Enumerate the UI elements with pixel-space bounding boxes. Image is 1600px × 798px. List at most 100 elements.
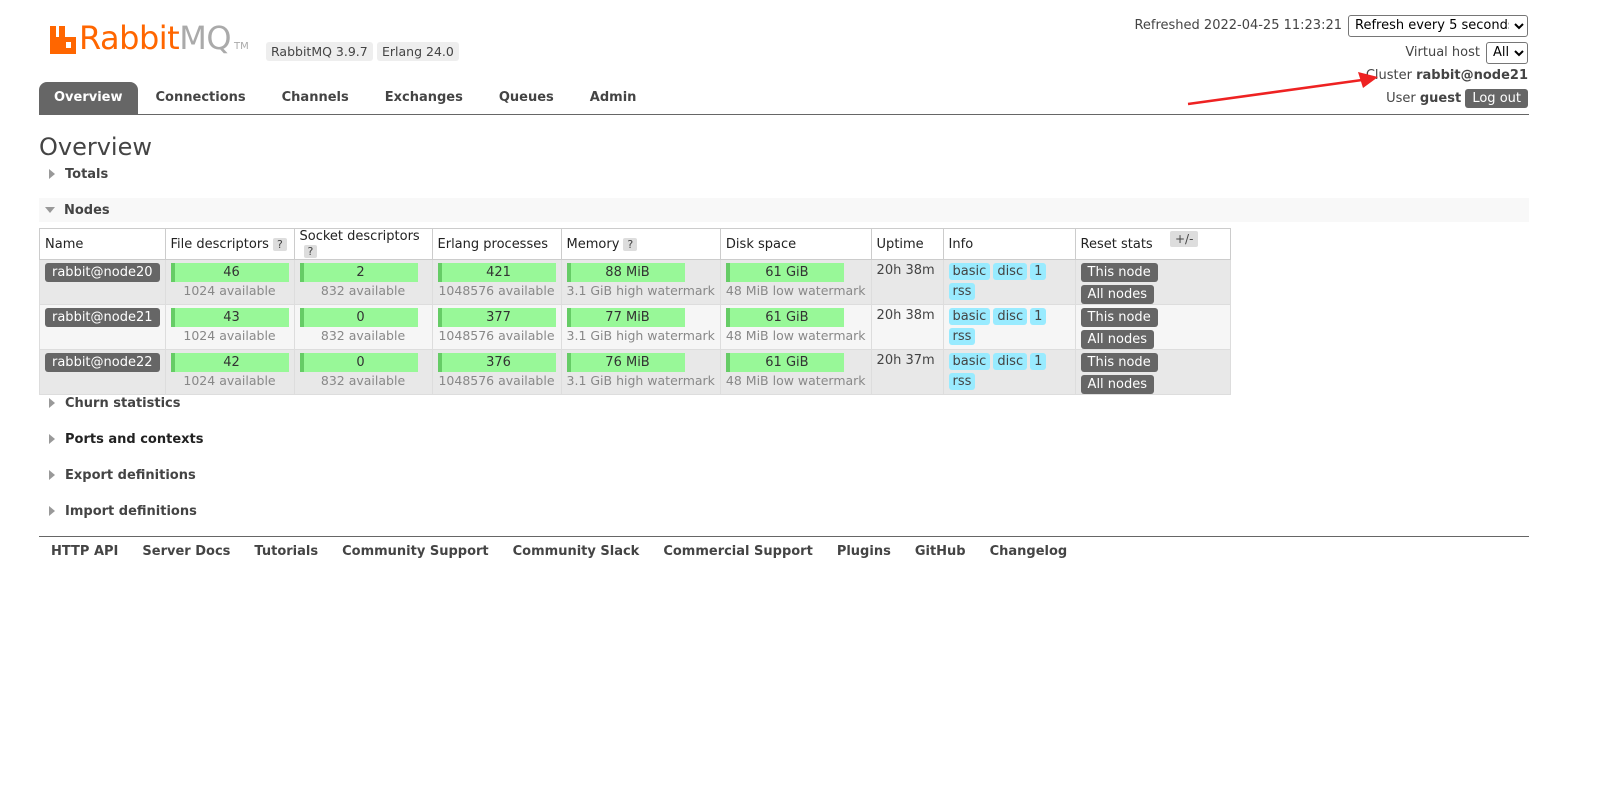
- logo-text-rabbit: Rabbit: [79, 19, 180, 57]
- info-tag[interactable]: rss: [948, 373, 976, 390]
- tab-channels[interactable]: Channels: [264, 82, 367, 114]
- help-icon[interactable]: ?: [623, 237, 638, 251]
- collapsed-triangle-icon: [49, 434, 55, 444]
- erlang-processes-cell: 376 1048576 available: [431, 349, 562, 395]
- memory-limit: 3.1 GiB high watermark: [566, 283, 715, 298]
- file-descriptors-bar: 42: [170, 353, 289, 372]
- info-tag[interactable]: basic: [948, 308, 991, 325]
- help-icon[interactable]: ?: [272, 237, 287, 251]
- memory-bar: 77 MiB: [566, 308, 685, 327]
- disk-space-bar: 61 GiB: [725, 353, 844, 372]
- erlang-processes-bar: 376: [437, 353, 556, 372]
- memory-bar: 88 MiB: [566, 263, 685, 282]
- memory-cell: 77 MiB 3.1 GiB high watermark: [560, 304, 721, 350]
- section-import-toggle[interactable]: Import definitions: [39, 499, 1529, 523]
- memory-bar: 76 MiB: [566, 353, 685, 372]
- footer-link-community-support[interactable]: Community Support: [330, 544, 501, 559]
- socket-descriptors-bar: 2: [299, 263, 418, 282]
- reset-stats-cell: This node All nodes: [1074, 349, 1231, 395]
- socket-descriptors-limit: 832 available: [320, 373, 406, 388]
- section-churn-label: Churn statistics: [65, 395, 181, 411]
- uptime-cell: 20h 38m: [870, 304, 944, 350]
- main-nav-tabs: Overview Connections Channels Exchanges …: [39, 82, 1529, 115]
- section-import-label: Import definitions: [65, 503, 197, 519]
- reset-this-node-button[interactable]: This node: [1080, 353, 1158, 372]
- node-name-link[interactable]: rabbit@node21: [45, 308, 160, 327]
- collapsed-triangle-icon: [49, 169, 55, 179]
- footer-link-http-api[interactable]: HTTP API: [39, 544, 130, 559]
- erlang-processes-limit: 1048576 available: [438, 328, 555, 343]
- info-tag[interactable]: 1: [1030, 353, 1047, 370]
- col-erlang-processes: Erlang processes: [431, 228, 562, 260]
- collapsed-triangle-icon: [49, 398, 55, 408]
- collapsed-triangle-icon: [49, 470, 55, 480]
- footer-link-github[interactable]: GitHub: [903, 544, 978, 559]
- reset-all-nodes-button[interactable]: All nodes: [1080, 330, 1155, 349]
- node-name-cell: rabbit@node20: [39, 259, 166, 305]
- file-descriptors-cell: 42 1024 available: [164, 349, 295, 395]
- col-file-descriptors: File descriptors?: [164, 228, 295, 260]
- tab-overview[interactable]: Overview: [39, 82, 138, 114]
- info-tag[interactable]: basic: [948, 353, 991, 370]
- uptime-cell: 20h 38m: [870, 259, 944, 305]
- footer-link-community-slack[interactable]: Community Slack: [501, 544, 652, 559]
- disk-space-cell: 61 GiB 48 MiB low watermark: [719, 304, 872, 350]
- erlang-processes-limit: 1048576 available: [438, 373, 555, 388]
- info-tag[interactable]: 1: [1030, 308, 1047, 325]
- memory-limit: 3.1 GiB high watermark: [566, 373, 715, 388]
- file-descriptors-limit: 1024 available: [183, 283, 276, 298]
- reset-this-node-button[interactable]: This node: [1080, 263, 1158, 282]
- node-name-link[interactable]: rabbit@node22: [45, 353, 160, 372]
- info-tag[interactable]: disc: [993, 263, 1028, 280]
- columns-toggle-button[interactable]: +/-: [1170, 231, 1199, 247]
- footer-link-server-docs[interactable]: Server Docs: [130, 544, 242, 559]
- memory-cell: 76 MiB 3.1 GiB high watermark: [560, 349, 721, 395]
- section-totals-toggle[interactable]: Totals: [39, 162, 1529, 186]
- node-name-link[interactable]: rabbit@node20: [45, 263, 160, 282]
- info-tag[interactable]: rss: [948, 328, 976, 345]
- footer-link-plugins[interactable]: Plugins: [825, 544, 903, 559]
- info-tag[interactable]: 1: [1030, 263, 1047, 280]
- file-descriptors-bar: 43: [170, 308, 289, 327]
- section-ports-label: Ports and contexts: [65, 431, 204, 447]
- reset-this-node-button[interactable]: This node: [1080, 308, 1158, 327]
- footer-link-tutorials[interactable]: Tutorials: [242, 544, 330, 559]
- info-tag[interactable]: basic: [948, 263, 991, 280]
- reset-stats-cell: This node All nodes: [1074, 259, 1231, 305]
- tab-exchanges[interactable]: Exchanges: [367, 82, 481, 114]
- cluster-name: rabbit@node21: [1416, 68, 1528, 83]
- reset-all-nodes-button[interactable]: All nodes: [1080, 285, 1155, 304]
- section-export-label: Export definitions: [65, 467, 196, 483]
- erlang-version-badge: Erlang 24.0: [377, 42, 459, 61]
- section-ports-toggle[interactable]: Ports and contexts: [39, 427, 1529, 451]
- tab-admin[interactable]: Admin: [572, 82, 655, 114]
- rabbitmq-version-badge: RabbitMQ 3.9.7: [266, 42, 373, 61]
- section-churn-toggle[interactable]: Churn statistics: [39, 391, 1529, 415]
- section-totals-label: Totals: [65, 166, 109, 182]
- memory-limit: 3.1 GiB high watermark: [566, 328, 715, 343]
- help-icon[interactable]: ?: [303, 245, 318, 258]
- info-tag[interactable]: disc: [993, 353, 1028, 370]
- footer-links: HTTP API Server Docs Tutorials Community…: [39, 536, 1529, 559]
- uptime-value: 20h 38m: [876, 308, 935, 323]
- footer-link-changelog[interactable]: Changelog: [978, 544, 1080, 559]
- info-tag[interactable]: disc: [993, 308, 1028, 325]
- tab-connections[interactable]: Connections: [138, 82, 264, 114]
- refresh-interval-select[interactable]: Refresh every 5 seconds: [1348, 14, 1528, 37]
- disk-space-cell: 61 GiB 48 MiB low watermark: [719, 349, 872, 395]
- section-nodes-toggle[interactable]: Nodes: [39, 198, 1529, 222]
- file-descriptors-cell: 46 1024 available: [164, 259, 295, 305]
- section-export-toggle[interactable]: Export definitions: [39, 463, 1529, 487]
- logo-trademark: TM: [234, 41, 249, 52]
- virtual-host-select[interactable]: All: [1486, 41, 1528, 64]
- info-tag[interactable]: rss: [948, 283, 976, 300]
- disk-space-limit: 48 MiB low watermark: [725, 373, 866, 388]
- file-descriptors-bar: 46: [170, 263, 289, 282]
- rabbitmq-logo: Rabbit MQ TM: [50, 22, 249, 54]
- footer-link-commercial-support[interactable]: Commercial Support: [651, 544, 825, 559]
- uptime-cell: 20h 37m: [870, 349, 944, 395]
- node-row: rabbit@node21 43 1024 available 0 832 availa…: [39, 304, 1231, 350]
- expanded-triangle-icon: [45, 207, 55, 213]
- erlang-processes-bar: 377: [437, 308, 556, 327]
- tab-queues[interactable]: Queues: [481, 82, 572, 114]
